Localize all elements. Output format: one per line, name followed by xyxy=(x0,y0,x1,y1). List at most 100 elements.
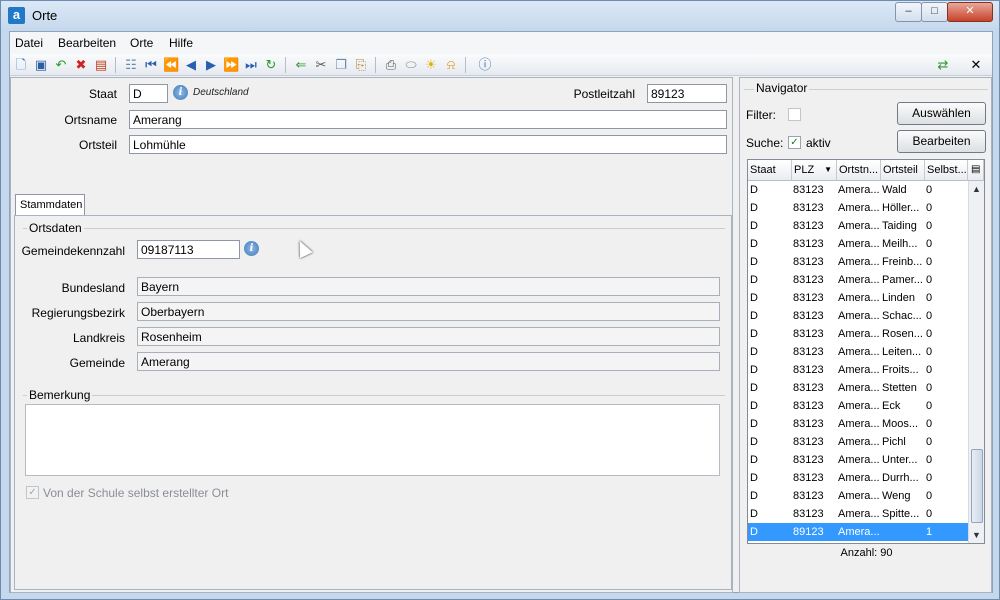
table-row[interactable]: D 83123 Amera... Wald 0 xyxy=(748,181,968,199)
close-icon[interactable]: ✕ xyxy=(968,57,984,73)
last-record-icon[interactable]: ⏭ xyxy=(243,57,259,73)
table-row[interactable]: D 83123 Amera... Leiten... 0 xyxy=(748,343,968,361)
table-cell: D xyxy=(750,418,758,430)
table-row[interactable]: D 83123 Amera... Moos... 0 xyxy=(748,415,968,433)
help-icon[interactable]: ⓘ xyxy=(477,57,493,73)
info-icon[interactable]: i xyxy=(173,85,188,100)
gemeindekennzahl-input[interactable]: 09187113 xyxy=(137,240,240,259)
scroll-thumb[interactable] xyxy=(971,449,983,523)
previous-record-icon[interactable]: ◀ xyxy=(183,57,199,73)
menu-hilfe[interactable]: Hilfe xyxy=(169,36,193,50)
table-cell: Amera... xyxy=(838,490,880,502)
column-header-ortsteil[interactable]: Ortsteil xyxy=(881,160,925,181)
next-record-icon[interactable]: ▶ xyxy=(203,57,219,73)
menu-orte[interactable]: Orte xyxy=(130,36,153,50)
bemerkung-textarea[interactable] xyxy=(25,404,720,476)
scroll-up-icon[interactable]: ▲ xyxy=(971,183,982,195)
table-row[interactable]: D 83123 Amera... Taiding 0 xyxy=(748,217,968,235)
table-cell: 0 xyxy=(926,472,933,484)
table-cell: 0 xyxy=(926,184,933,196)
table-row[interactable]: D 83123 Amera... Meilh... 0 xyxy=(748,235,968,253)
back-arrow-icon[interactable]: ⇐ xyxy=(293,57,309,73)
navigator-grid: Staat PLZ ▼ Ortstn... Ortsteil Selbst... … xyxy=(747,159,985,544)
table-row[interactable]: D 83123 Amera... Pichl 0 xyxy=(748,433,968,451)
table-row[interactable]: D 83123 Amera... Weng 0 xyxy=(748,487,968,505)
cut-icon[interactable]: ✂ xyxy=(313,57,329,73)
gemeinde-field: Amerang xyxy=(137,352,720,371)
table-cell: 0 xyxy=(926,274,933,286)
tab-stammdaten[interactable]: Stammdaten xyxy=(15,194,85,216)
table-row[interactable]: D 83123 Amera... Höller... 0 xyxy=(748,199,968,217)
minimize-button[interactable]: – xyxy=(895,2,922,22)
table-cell: Rosen... xyxy=(882,328,923,340)
auswaehlen-button[interactable]: Auswählen xyxy=(897,102,986,125)
sync-icon[interactable]: ⇄ xyxy=(935,57,951,73)
print-icon[interactable]: ⎙ xyxy=(383,57,399,73)
gemeinde-label: Gemeinde xyxy=(69,356,125,370)
staat-input[interactable]: D xyxy=(129,84,168,103)
table-cell: Amera... xyxy=(838,418,880,430)
paste-icon[interactable]: ⎘ xyxy=(353,57,369,73)
properties-icon[interactable]: ▤ xyxy=(93,57,109,73)
search-active-checkbox[interactable]: ✓ xyxy=(788,136,801,149)
table-row[interactable]: D 83123 Amera... Eck 0 xyxy=(748,397,968,415)
table-cell: 83123 xyxy=(793,238,824,250)
table-cell: Leiten... xyxy=(882,346,922,358)
table-cell: D xyxy=(750,184,758,196)
table-row[interactable]: D 83123 Amera... Freinb... 0 xyxy=(748,253,968,271)
previous-page-icon[interactable]: ⏪ xyxy=(163,57,179,73)
vertical-scrollbar[interactable]: ▲ ▼ xyxy=(968,181,984,543)
menu-bearbeiten[interactable]: Bearbeiten xyxy=(58,36,116,50)
table-row[interactable]: D 89123 Amera... 1 xyxy=(748,523,968,541)
table-cell: 0 xyxy=(926,256,933,268)
copy-icon[interactable]: ❐ xyxy=(333,57,349,73)
table-row[interactable]: D 83123 Amera... Linden 0 xyxy=(748,289,968,307)
maximize-button[interactable]: □ xyxy=(921,2,948,22)
table-row[interactable]: D 83123 Amera... Schac... 0 xyxy=(748,307,968,325)
column-header-selbst[interactable]: Selbst... xyxy=(925,160,968,181)
table-row[interactable]: D 83123 Amera... Froits... 0 xyxy=(748,361,968,379)
new-icon[interactable]: 🗋 xyxy=(13,57,29,73)
table-cell: 0 xyxy=(926,400,933,412)
table-cell: D xyxy=(750,490,758,502)
column-header-ortsname[interactable]: Ortstn... xyxy=(837,160,881,181)
info-icon[interactable]: i xyxy=(244,241,259,256)
scroll-down-icon[interactable]: ▼ xyxy=(971,529,982,541)
ortsname-input[interactable]: Amerang xyxy=(129,110,727,129)
column-header-plz[interactable]: PLZ ▼ xyxy=(792,160,837,181)
undo-icon[interactable]: ↶ xyxy=(53,57,69,73)
clipboard-icon[interactable]: ☷ xyxy=(123,57,139,73)
ortsteil-input[interactable]: Lohmühle xyxy=(129,135,727,154)
table-row[interactable]: D 83123 Amera... Spitte... 0 xyxy=(748,505,968,523)
delete-icon[interactable]: ✖ xyxy=(73,57,89,73)
table-cell: 89123 xyxy=(793,526,824,538)
close-window-button[interactable]: ✕ xyxy=(947,2,993,22)
first-record-icon[interactable]: ⏮ xyxy=(143,57,159,73)
table-row[interactable]: D 83123 Amera... Stetten 0 xyxy=(748,379,968,397)
column-chooser-icon[interactable]: ▤ xyxy=(969,160,984,181)
table-cell: 83123 xyxy=(793,328,824,340)
menu-datei[interactable]: Datei xyxy=(15,36,43,50)
self-created-label: Von der Schule selbst erstellter Ort xyxy=(43,486,229,500)
plz-input[interactable]: 89123 xyxy=(647,84,727,103)
idea-icon[interactable]: ☀ xyxy=(423,57,439,73)
table-row[interactable]: D 83123 Amera... Rosen... 0 xyxy=(748,325,968,343)
filter-checkbox[interactable] xyxy=(788,108,801,121)
column-header-staat[interactable]: Staat xyxy=(748,160,792,181)
table-row[interactable]: D 83123 Amera... Pamer... 0 xyxy=(748,271,968,289)
table-cell: Eck xyxy=(882,400,901,412)
disk-icon[interactable]: ⬭ xyxy=(403,57,419,73)
next-page-icon[interactable]: ⏩ xyxy=(223,57,239,73)
table-row[interactable]: D 83123 Amera... Durrh... 0 xyxy=(748,469,968,487)
plz-label: Postleitzahl xyxy=(573,87,635,101)
save-icon[interactable]: ▣ xyxy=(33,57,49,73)
table-cell: 0 xyxy=(926,346,933,358)
table-cell: Spitte... xyxy=(882,508,920,520)
table-row[interactable]: D 83123 Amera... Unter... 0 xyxy=(748,451,968,469)
bell-icon[interactable]: ⍾ xyxy=(443,57,459,73)
table-cell: 0 xyxy=(926,436,933,448)
refresh-icon[interactable]: ↻ xyxy=(263,57,279,73)
table-cell: 83123 xyxy=(793,220,824,232)
bearbeiten-button[interactable]: Bearbeiten xyxy=(897,130,986,153)
table-cell: Wald xyxy=(882,184,907,196)
